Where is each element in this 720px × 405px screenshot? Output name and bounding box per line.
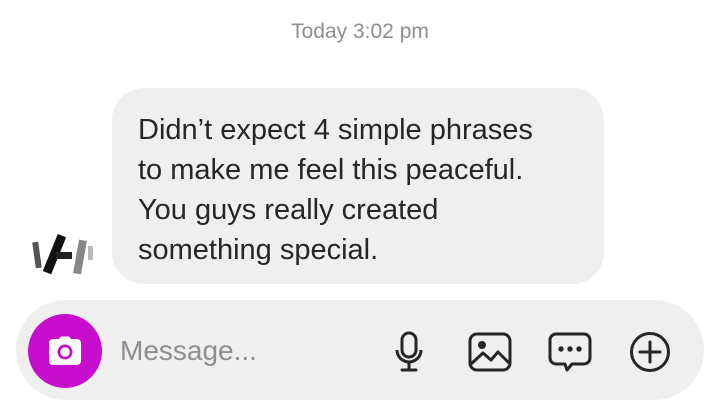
chat-options-button[interactable]	[546, 328, 594, 376]
camera-button[interactable]	[28, 314, 102, 388]
microphone-button[interactable]	[385, 328, 433, 376]
message-bubble[interactable]: Didn’t expect 4 simple phrases to make m…	[112, 88, 604, 284]
add-circle-icon	[630, 332, 670, 372]
sender-avatar[interactable]	[28, 230, 98, 282]
avatar-image	[32, 233, 93, 275]
message-composer	[16, 300, 704, 400]
chat-options-icon	[548, 332, 592, 372]
microphone-icon	[395, 331, 423, 372]
image-icon	[468, 332, 512, 372]
message-input[interactable]	[120, 328, 370, 374]
camera-icon	[49, 336, 81, 365]
add-button[interactable]	[626, 328, 674, 376]
gallery-button[interactable]	[466, 328, 514, 376]
message-timestamp: Today 3:02 pm	[291, 20, 429, 43]
